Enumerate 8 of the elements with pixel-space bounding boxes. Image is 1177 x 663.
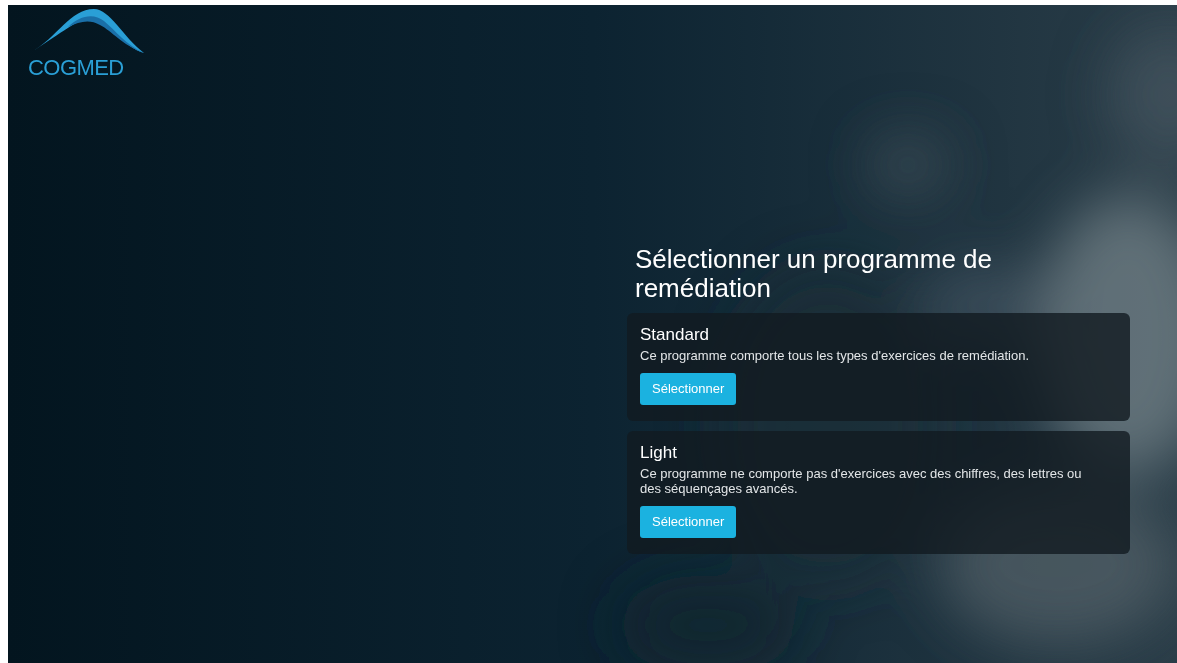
select-button[interactable]: Sélectionner [640,506,737,538]
program-description: Ce programme comporte tous les types d'exercices de remédiation. [640,348,1031,363]
program-title: Light [640,443,677,463]
program-title: Standard [640,325,709,345]
page-heading: Sélectionner un programme de remédiation [634,245,993,303]
select-button[interactable]: Sélectionner [640,373,737,405]
program-description: Ce programme ne comporte pas d'exercices avec des chiffres, des lettres ou des séquençages avancés. [640,466,1083,496]
logo-text: COGMED [28,55,124,81]
